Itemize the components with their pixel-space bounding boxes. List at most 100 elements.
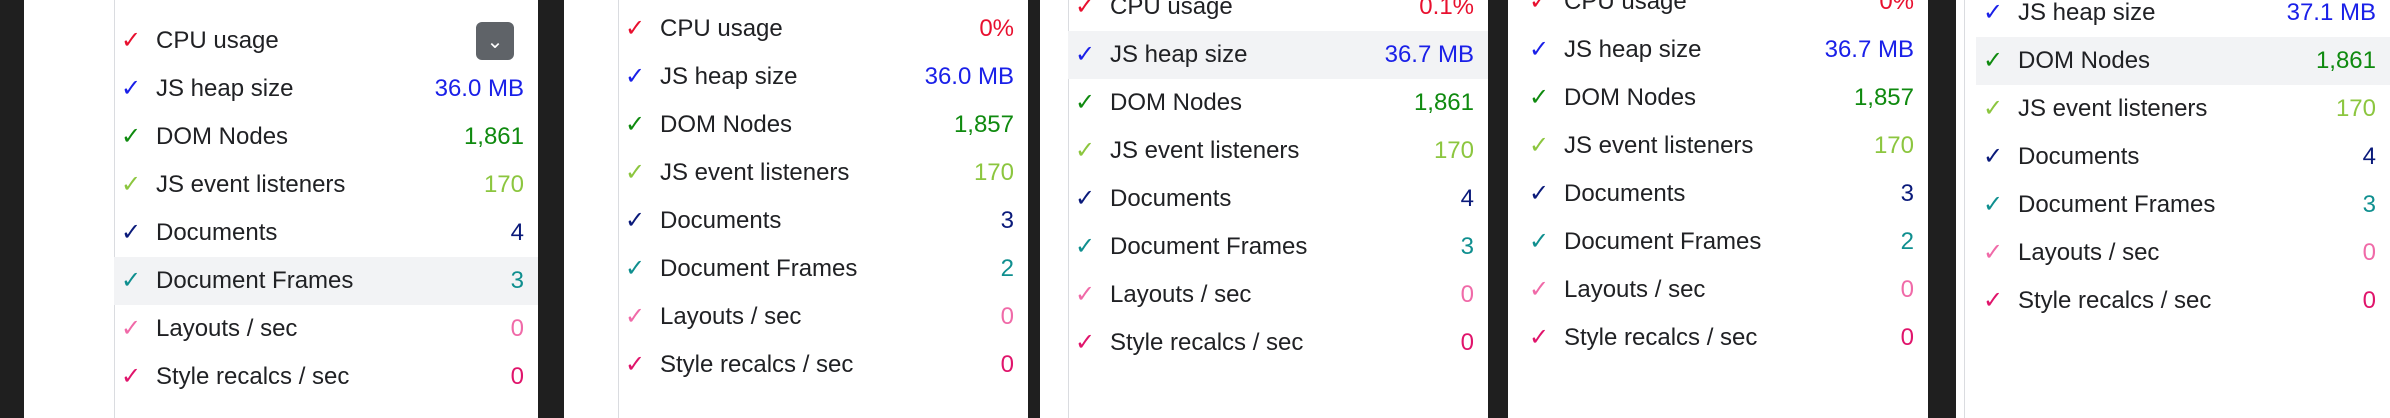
checkmark-icon[interactable]: ✓ <box>1068 0 1102 19</box>
checkmark-icon[interactable]: ✓ <box>1976 289 2010 313</box>
metric-row[interactable]: ✓ Layouts / sec 0 <box>618 293 1028 341</box>
checkmark-icon[interactable]: ✓ <box>1522 86 1556 110</box>
metric-row[interactable]: ✓ DOM Nodes 1,861 <box>1068 79 1488 127</box>
checkmark-icon[interactable]: ✓ <box>618 17 652 41</box>
metric-row[interactable]: ✓ DOM Nodes 1,861 <box>114 113 538 161</box>
metric-label: CPU usage <box>1564 0 1687 15</box>
checkmark-icon[interactable]: ✓ <box>618 113 652 137</box>
metric-row[interactable]: ✓ CPU usage 0.1% <box>1068 0 1488 31</box>
checkmark-icon[interactable]: ✓ <box>114 29 148 53</box>
metric-row[interactable]: ✓ CPU usage 0% <box>1522 0 1928 26</box>
metric-row[interactable]: ✓ Layouts / sec 0 <box>1976 229 2390 277</box>
checkmark-icon[interactable]: ✓ <box>1522 0 1556 14</box>
metrics-dropdown-button[interactable]: ⌄ <box>476 22 514 60</box>
checkmark-icon[interactable]: ✓ <box>618 353 652 377</box>
checkmark-icon[interactable]: ✓ <box>618 161 652 185</box>
metric-row[interactable]: ✓ Style recalcs / sec 0 <box>1522 314 1928 362</box>
metric-value: 170 <box>973 159 1014 186</box>
metric-label: Style recalcs / sec <box>1110 329 1304 356</box>
metric-row[interactable]: ✓ Style recalcs / sec 0 <box>1068 319 1488 367</box>
metric-row[interactable]: ✓ Style recalcs / sec 0 <box>114 353 538 401</box>
checkmark-icon[interactable]: ✓ <box>1976 97 2010 121</box>
checkmark-icon[interactable]: ✓ <box>618 209 652 233</box>
checkmark-icon[interactable]: ✓ <box>114 125 148 149</box>
metric-row[interactable]: ✓ Style recalcs / sec 0 <box>618 341 1028 389</box>
checkmark-icon[interactable]: ✓ <box>1068 43 1102 67</box>
checkmark-icon[interactable]: ✓ <box>1522 230 1556 254</box>
metric-label: Documents <box>156 219 278 246</box>
metrics-list: ✓ CPU usage 0% ✓ JS heap size 36.0 MB ✓ DOM Nod… <box>618 5 1028 418</box>
metric-label: Document Frames <box>1564 228 1762 255</box>
chevron-down-icon: ⌄ <box>486 30 504 53</box>
checkmark-icon[interactable]: ✓ <box>114 269 148 293</box>
metric-value: 170 <box>1873 132 1914 159</box>
checkmark-icon[interactable]: ✓ <box>1068 331 1102 355</box>
checkmark-icon[interactable]: ✓ <box>618 305 652 329</box>
checkmark-icon[interactable]: ✓ <box>1976 1 2010 25</box>
metric-label: JS heap size <box>1110 41 1248 68</box>
performance-monitor-panel-4: ✓ CPU usage 0% ✓ JS heap size 36.7 MB ✓ DOM Nod… <box>1508 0 1928 418</box>
metric-row[interactable]: ✓ JS heap size 36.7 MB <box>1522 26 1928 74</box>
metric-row[interactable]: ✓ Document Frames 3 <box>1976 181 2390 229</box>
metric-row[interactable]: ✓ Style recalcs / sec 0 <box>1976 277 2390 325</box>
checkmark-icon[interactable]: ✓ <box>1976 193 2010 217</box>
checkmark-icon[interactable]: ✓ <box>1976 241 2010 265</box>
metrics-list: ✓ CPU usage ✓ JS heap size 36.0 MB ✓ DOM Nodes… <box>114 17 538 418</box>
checkmark-icon[interactable]: ✓ <box>1522 38 1556 62</box>
metric-row[interactable]: ✓ Layouts / sec 0 <box>114 305 538 353</box>
metric-row[interactable]: ✓ JS heap size 37.1 MB <box>1976 0 2390 37</box>
metric-row[interactable]: ✓ JS event listeners 170 <box>618 149 1028 197</box>
metric-value: 1,861 <box>463 123 524 150</box>
checkmark-icon[interactable]: ✓ <box>1068 139 1102 163</box>
metric-row[interactable]: ✓ Documents 3 <box>618 197 1028 245</box>
metric-value: 2 <box>1900 228 1914 255</box>
checkmark-icon[interactable]: ✓ <box>1522 278 1556 302</box>
metric-row[interactable]: ✓ Layouts / sec 0 <box>1068 271 1488 319</box>
checkmark-icon[interactable]: ✓ <box>114 317 148 341</box>
metric-row[interactable]: ✓ JS heap size 36.0 MB <box>114 65 538 113</box>
metric-row[interactable]: ✓ JS event listeners 170 <box>114 161 538 209</box>
checkmark-icon[interactable]: ✓ <box>1068 187 1102 211</box>
metric-row[interactable]: ✓ Documents 4 <box>114 209 538 257</box>
metric-row[interactable]: ✓ Document Frames 3 <box>114 257 538 305</box>
metric-row[interactable]: ✓ Documents 4 <box>1068 175 1488 223</box>
checkmark-icon[interactable]: ✓ <box>618 257 652 281</box>
metric-row[interactable]: ✓ Layouts / sec 0 <box>1522 266 1928 314</box>
metric-row[interactable]: ✓ CPU usage <box>114 17 538 65</box>
checkmark-icon[interactable]: ✓ <box>1068 91 1102 115</box>
metric-row[interactable]: ✓ Document Frames 2 <box>1522 218 1928 266</box>
checkmark-icon[interactable]: ✓ <box>1522 182 1556 206</box>
checkmark-icon[interactable]: ✓ <box>1522 134 1556 158</box>
metric-row[interactable]: ✓ JS heap size 36.0 MB <box>618 53 1028 101</box>
metric-row[interactable]: ✓ DOM Nodes 1,861 <box>1976 37 2390 85</box>
checkmark-icon[interactable]: ✓ <box>1522 326 1556 350</box>
checkmark-icon[interactable]: ✓ <box>114 77 148 101</box>
metric-value: 170 <box>483 171 524 198</box>
checkmark-icon[interactable]: ✓ <box>114 221 148 245</box>
metric-label: JS event listeners <box>660 159 850 186</box>
metric-row[interactable]: ✓ Documents 3 <box>1522 170 1928 218</box>
checkmark-icon[interactable]: ✓ <box>1976 145 2010 169</box>
performance-monitor-panel-2: ✓ CPU usage 0% ✓ JS heap size 36.0 MB ✓ DOM Nod… <box>564 0 1028 418</box>
metric-row[interactable]: ✓ DOM Nodes 1,857 <box>618 101 1028 149</box>
checkmark-icon[interactable]: ✓ <box>618 65 652 89</box>
metric-row[interactable]: ✓ Document Frames 2 <box>618 245 1028 293</box>
checkmark-icon[interactable]: ✓ <box>1068 283 1102 307</box>
metric-value: 36.7 MB <box>1384 41 1474 68</box>
metric-row[interactable]: ✓ DOM Nodes 1,857 <box>1522 74 1928 122</box>
checkmark-icon[interactable]: ✓ <box>114 365 148 389</box>
metric-row[interactable]: ✓ JS event listeners 170 <box>1522 122 1928 170</box>
metric-row[interactable]: ✓ CPU usage 0% <box>618 5 1028 53</box>
metric-row[interactable]: ✓ JS event listeners 170 <box>1976 85 2390 133</box>
metric-label: DOM Nodes <box>2018 47 2151 74</box>
metric-row[interactable]: ✓ JS heap size 36.7 MB <box>1068 31 1488 79</box>
metric-row[interactable]: ✓ Document Frames 3 <box>1068 223 1488 271</box>
checkmark-icon[interactable]: ✓ <box>114 173 148 197</box>
metric-label: CPU usage <box>1110 0 1233 20</box>
metric-value: 3 <box>510 267 524 294</box>
checkmark-icon[interactable]: ✓ <box>1068 235 1102 259</box>
checkmark-icon[interactable]: ✓ <box>1976 49 2010 73</box>
metric-row[interactable]: ✓ JS event listeners 170 <box>1068 127 1488 175</box>
metric-row[interactable]: ✓ Documents 4 <box>1976 133 2390 181</box>
performance-monitor-panel-5: ✓ JS heap size 37.1 MB ✓ DOM Nodes 1,861 ✓ JS e… <box>1956 0 2390 418</box>
